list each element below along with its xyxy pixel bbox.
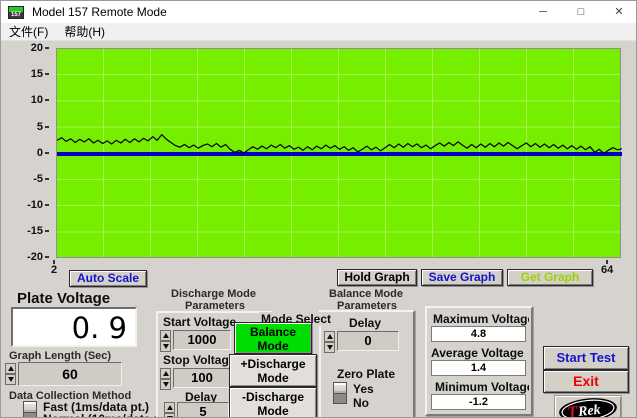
data-collection-switch[interactable] xyxy=(23,401,37,418)
zero-plate-option-no[interactable]: No xyxy=(353,396,369,410)
hold-graph-button[interactable]: Hold Graph xyxy=(337,269,417,286)
zero-plate-label: Zero Plate xyxy=(337,367,395,381)
exit-button[interactable]: Exit xyxy=(543,370,629,393)
start-voltage-spinner[interactable] xyxy=(160,330,171,352)
graph-length-spinner-down[interactable] xyxy=(5,374,16,385)
graph-length-spinner-up[interactable] xyxy=(5,363,16,374)
close-icon[interactable]: ✕ xyxy=(600,1,637,23)
graph-length-spinner[interactable] xyxy=(5,363,16,385)
menu-file[interactable]: 文件(F) xyxy=(1,23,56,40)
balance-delay-input[interactable]: 0 xyxy=(337,331,399,351)
y-tick-n10: -10 xyxy=(15,199,49,211)
y-tick-15: 15 xyxy=(15,68,49,80)
stop-voltage-spinner-down[interactable] xyxy=(160,379,171,390)
y-tick-20: 20 xyxy=(15,42,49,54)
balance-delay-spinner-down[interactable] xyxy=(324,342,335,353)
balance-delay-spinner-up[interactable] xyxy=(324,331,335,342)
y-tick-n20: -20 xyxy=(15,251,49,263)
stop-voltage-spinner-up[interactable] xyxy=(160,368,171,379)
discharge-delay-spinner[interactable] xyxy=(164,402,175,418)
start-voltage-input[interactable]: 1000 xyxy=(173,330,231,350)
y-tick-0: 0 xyxy=(15,147,49,159)
graph-length-input[interactable]: 60 xyxy=(18,362,122,386)
menu-help[interactable]: 帮助(H) xyxy=(56,23,113,40)
get-graph-button[interactable]: Get Graph xyxy=(507,269,593,286)
stop-voltage-input[interactable]: 100 xyxy=(173,368,231,388)
trek-logo: T Rek xyxy=(554,395,622,418)
maximum-voltage-value: 4.8 xyxy=(431,326,526,342)
average-voltage-label: Average Voltage xyxy=(431,346,529,360)
save-graph-button[interactable]: Save Graph xyxy=(421,269,503,286)
stop-voltage-label: Stop Voltage xyxy=(163,353,237,367)
svg-text:Rek: Rek xyxy=(576,403,601,418)
maximum-voltage-label: Maximum Voltage xyxy=(433,312,529,326)
plate-voltage-label: Plate Voltage xyxy=(17,290,110,307)
trek-logo-image: T Rek xyxy=(555,396,621,418)
start-voltage-spinner-up[interactable] xyxy=(160,330,171,341)
average-voltage-value: 1.4 xyxy=(431,360,526,376)
balance-mode-button[interactable]: Balance Mode xyxy=(234,322,312,354)
model157-window: 157 Model 157 Remote Mode ─ □ ✕ 文件(F) 帮助… xyxy=(0,0,637,418)
y-tick-n15: -15 xyxy=(15,225,49,237)
start-voltage-label: Start Voltage xyxy=(163,315,236,329)
voltage-graph-plot xyxy=(56,48,621,258)
balance-delay-label: Delay xyxy=(349,316,381,330)
minus-discharge-mode-button[interactable]: -Discharge Mode xyxy=(229,387,317,418)
minimize-icon[interactable]: ─ xyxy=(524,1,562,23)
zero-plate-option-yes[interactable]: Yes xyxy=(353,382,374,396)
x-tick-end: 64 xyxy=(601,260,613,276)
minimum-voltage-label: Minimum Voltage xyxy=(435,380,529,394)
y-tick-n5: -5 xyxy=(15,173,49,185)
start-test-button[interactable]: Start Test xyxy=(543,346,629,370)
balance-params-title-1: Balance Mode xyxy=(329,288,403,300)
title-bar: 157 Model 157 Remote Mode ─ □ ✕ xyxy=(1,1,637,23)
plate-voltage-display: 0. 9 xyxy=(11,307,137,347)
data-collection-option-normal[interactable]: Normal (10ms/data pt.) xyxy=(43,412,172,418)
window-title: Model 157 Remote Mode xyxy=(32,5,167,19)
app-icon: 157 xyxy=(8,6,24,19)
discharge-params-title-1: Discharge Mode xyxy=(171,288,256,300)
auto-scale-button[interactable]: Auto Scale xyxy=(69,270,147,287)
graph-length-label: Graph Length (Sec) xyxy=(9,350,111,362)
plus-discharge-mode-button[interactable]: +Discharge Mode xyxy=(229,354,317,387)
x-tick-start: 2 xyxy=(51,260,57,276)
voltage-trace xyxy=(57,49,622,259)
zero-plate-switch[interactable] xyxy=(333,382,347,404)
y-tick-5: 5 xyxy=(15,121,49,133)
start-voltage-spinner-down[interactable] xyxy=(160,341,171,352)
discharge-delay-spinner-up[interactable] xyxy=(164,402,175,413)
discharge-delay-input[interactable]: 5 xyxy=(177,402,229,418)
stop-voltage-spinner[interactable] xyxy=(160,368,171,390)
discharge-delay-spinner-down[interactable] xyxy=(164,413,175,418)
menu-bar: 文件(F) 帮助(H) xyxy=(1,23,637,41)
maximize-icon[interactable]: □ xyxy=(562,1,600,23)
balance-delay-spinner[interactable] xyxy=(324,331,335,353)
minimum-voltage-value: -1.2 xyxy=(431,394,526,410)
y-tick-10: 10 xyxy=(15,94,49,106)
